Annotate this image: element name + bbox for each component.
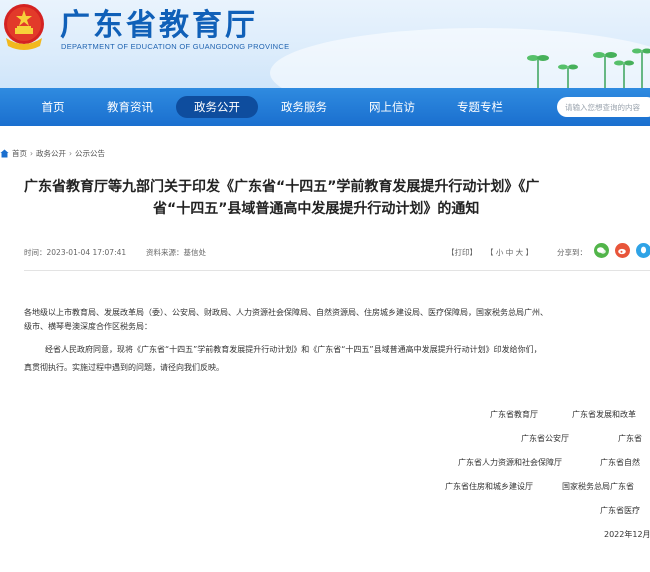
qq-icon[interactable] — [636, 243, 650, 258]
main-nav: 首页 教育资讯 政务公开 政务服务 网上信访 专题专栏 — [0, 88, 650, 126]
home-icon — [0, 148, 9, 158]
signature-development-reform: 广东省发展和改革 — [572, 410, 636, 419]
site-subtitle: DEPARTMENT OF EDUCATION OF GUANGDONG PRO… — [61, 42, 290, 51]
sprout-icon — [527, 48, 650, 88]
nav-item-education-news[interactable]: 教育资讯 — [98, 96, 162, 118]
signature-tax-bureau: 国家税务总局广东省 — [562, 482, 634, 491]
addressee-line2: 级市、横琴粤澳深度合作区税务局： — [24, 322, 152, 331]
body-line1: 经省人民政府同意，现将《广东省“十四五”学前教育发展提升行动计划》和《广东省“十… — [45, 345, 542, 354]
breadcrumb-separator: › — [30, 148, 33, 158]
search-input[interactable] — [557, 97, 650, 117]
addressee-line1: 各地级以上市教育局、发展改革局（委）、公安局、财政局、人力资源社会保障局、自然资… — [24, 308, 548, 317]
signature-finance: 广东省 — [618, 434, 642, 443]
nav-item-government-services[interactable]: 政务服务 — [272, 96, 336, 118]
site-header: 广东省教育厅 DEPARTMENT OF EDUCATION OF GUANGD… — [0, 0, 650, 88]
nav-item-home[interactable]: 首页 — [28, 96, 78, 118]
article-title-line1: 广东省教育厅等九部门关于印发《广东省“十四五”学前教育发展提升行动计划》《广 — [24, 179, 540, 195]
signature-public-security: 广东省公安厅 — [521, 434, 569, 443]
breadcrumb-home[interactable]: 首页 — [12, 148, 27, 159]
article-source: 资料来源：基信处 — [146, 248, 206, 257]
print-button[interactable]: 【打印】 — [447, 247, 477, 258]
signature-human-resources: 广东省人力资源和社会保障厅 — [458, 458, 562, 467]
breadcrumb-announcements[interactable]: 公示公告 — [75, 148, 105, 159]
weibo-icon[interactable] — [615, 243, 630, 258]
article-title-line2: 省“十四五”县域普通高中发展提升行动计划》的通知 — [153, 201, 480, 217]
body-line2: 真贯彻执行。实施过程中遇到的问题，请径向我们反映。 — [24, 363, 224, 372]
nav-item-special-topics[interactable]: 专题专栏 — [448, 96, 512, 118]
signature-natural-resources: 广东省自然 — [600, 458, 640, 467]
issue-date: 2022年12月 — [604, 530, 650, 539]
share-label: 分享到： — [557, 248, 587, 257]
national-emblem-icon[interactable] — [2, 2, 46, 52]
meta-divider — [24, 270, 650, 271]
signature-education-dept: 广东省教育厅 — [490, 410, 538, 419]
publish-time: 时间：2023-01-04 17:07:41 — [24, 248, 127, 257]
site-title[interactable]: 广东省教育厅 — [60, 0, 258, 44]
signature-medical-security: 广东省医疗 — [600, 506, 640, 515]
breadcrumb-government-affairs[interactable]: 政务公开 — [36, 148, 66, 159]
wechat-icon[interactable] — [594, 243, 609, 258]
breadcrumb-separator: › — [69, 148, 72, 158]
signature-housing: 广东省住房和城乡建设厅 — [445, 482, 533, 491]
nav-item-government-affairs[interactable]: 政务公开 — [176, 96, 258, 118]
breadcrumb: 首页 › 政务公开 › 公示公告 — [0, 147, 105, 159]
nav-item-online-petition[interactable]: 网上信访 — [360, 96, 424, 118]
font-size-switcher[interactable]: 【 小 中 大 】 — [486, 247, 533, 258]
